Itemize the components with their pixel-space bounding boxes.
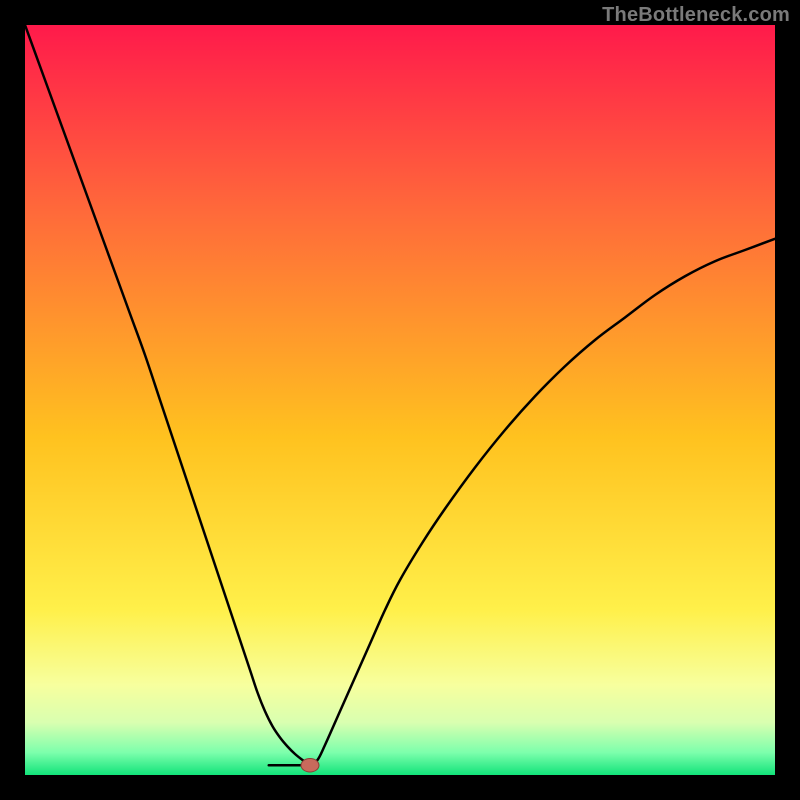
min-marker [301, 759, 319, 773]
chart-background [25, 25, 775, 775]
watermark-text: TheBottleneck.com [602, 4, 790, 27]
chart-plot [25, 25, 775, 775]
chart-frame: TheBottleneck.com [0, 0, 800, 800]
